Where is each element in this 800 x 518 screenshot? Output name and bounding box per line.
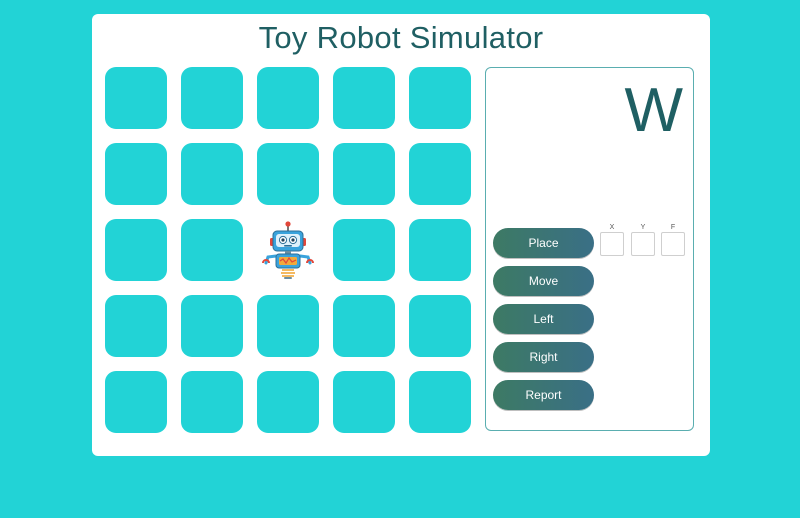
board-cell bbox=[181, 67, 243, 129]
report-button[interactable]: Report bbox=[493, 380, 594, 410]
y-field: Y bbox=[631, 224, 655, 256]
facing-direction-display: W bbox=[624, 76, 683, 145]
x-input[interactable] bbox=[600, 232, 624, 256]
board-cell bbox=[105, 371, 167, 433]
control-panel: W Place Move Left Right Report X Y F bbox=[485, 67, 694, 431]
board-cell bbox=[257, 143, 319, 205]
f-field: F bbox=[661, 224, 685, 256]
board-cell bbox=[181, 295, 243, 357]
board-cell bbox=[409, 295, 471, 357]
board-cell bbox=[333, 371, 395, 433]
board-cell bbox=[105, 295, 167, 357]
board-cell-robot bbox=[257, 219, 319, 281]
x-label: X bbox=[609, 224, 615, 231]
place-button[interactable]: Place bbox=[493, 228, 594, 258]
board-cell bbox=[409, 143, 471, 205]
right-button[interactable]: Right bbox=[493, 342, 594, 372]
y-input[interactable] bbox=[631, 232, 655, 256]
board-cell bbox=[409, 67, 471, 129]
board-cell bbox=[333, 143, 395, 205]
board-grid bbox=[105, 67, 471, 433]
board-cell bbox=[333, 295, 395, 357]
x-field: X bbox=[600, 224, 624, 256]
f-input[interactable] bbox=[661, 232, 685, 256]
board-cell bbox=[105, 219, 167, 281]
y-label: Y bbox=[640, 224, 646, 231]
page-title: Toy Robot Simulator bbox=[258, 20, 544, 55]
move-button[interactable]: Move bbox=[493, 266, 594, 296]
board-cell bbox=[105, 143, 167, 205]
board-cell bbox=[257, 295, 319, 357]
board-cell bbox=[257, 371, 319, 433]
board-cell bbox=[333, 67, 395, 129]
board-cell bbox=[181, 371, 243, 433]
board-cell bbox=[333, 219, 395, 281]
left-button[interactable]: Left bbox=[493, 304, 594, 334]
board-cell bbox=[181, 143, 243, 205]
robot-icon bbox=[262, 221, 314, 279]
board-cell bbox=[409, 219, 471, 281]
app-card: Toy Robot Simulator W Place Move Left Ri… bbox=[92, 14, 710, 456]
board-cell bbox=[181, 219, 243, 281]
board-cell bbox=[257, 67, 319, 129]
f-label: F bbox=[670, 224, 676, 231]
board-cell bbox=[409, 371, 471, 433]
board-cell bbox=[105, 67, 167, 129]
